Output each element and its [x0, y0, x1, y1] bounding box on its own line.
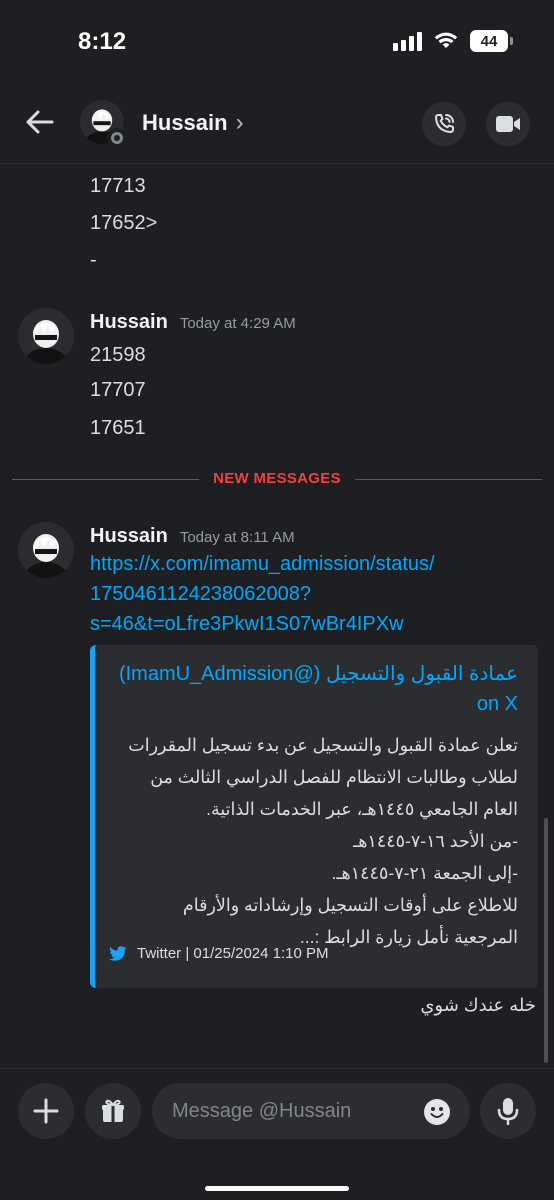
emoji-button[interactable] [424, 1099, 450, 1125]
new-messages-label: NEW MESSAGES [199, 470, 355, 487]
avatar[interactable] [18, 522, 74, 578]
attach-button[interactable] [18, 1083, 74, 1139]
gift-button[interactable] [85, 1083, 141, 1139]
message-author[interactable]: Hussain [90, 525, 168, 548]
embed-line: لطلاب وطالبات الانتظام للفصل الدراسي الث… [150, 767, 518, 787]
username-label: Hussain [142, 110, 228, 135]
embed-footer-text: Twitter | 01/25/2024 1:10 PM [137, 945, 329, 962]
message-line: 17713 [90, 175, 146, 197]
embed-description: تعلن عمادة القبول والتسجيل عن بدء تسجيل … [108, 729, 518, 953]
message-timestamp: Today at 4:29 AM [179, 315, 296, 332]
embed-title[interactable]: عمادة القبول والتسجيل (@ImamU_Admission)… [118, 659, 518, 719]
chevron-right-icon: › [235, 109, 244, 136]
embed-line: -من الأحد ١٦-٧-١٤٤٥هـ [353, 831, 518, 851]
message-line: 17651 [90, 417, 146, 439]
video-icon [496, 116, 520, 132]
chat-header: Hussain › [0, 80, 554, 164]
status-icons: 44 [393, 30, 513, 52]
embed-footer: Twitter | 01/25/2024 1:10 PM [109, 945, 329, 962]
composer-bar [0, 1068, 554, 1200]
battery-level: 44 [480, 32, 498, 50]
link-line[interactable]: s=46&t=oLfre3PkwI1S07wBr4IPXw [90, 610, 510, 638]
message-timestamp: Today at 8:11 AM [179, 529, 295, 546]
signal-icon [393, 31, 422, 51]
link-line[interactable]: https://x.com/imamu_admission/status/ [90, 550, 510, 578]
message-link[interactable]: https://x.com/imamu_admission/status/ 17… [90, 550, 510, 638]
avatar[interactable] [18, 308, 74, 364]
battery-icon: 44 [470, 30, 513, 52]
gift-icon [102, 1099, 124, 1122]
scrollbar[interactable] [544, 818, 548, 1063]
embed-line: تعلن عمادة القبول والتسجيل عن بدء تسجيل … [128, 735, 518, 755]
message-input[interactable] [152, 1083, 470, 1139]
twitter-bird-icon [109, 946, 127, 961]
embed-line: -إلى الجمعة ٢١-٧-١٤٤٥هـ. [331, 863, 518, 883]
embed-line: العام الجامعي ١٤٤٥هـ، عبر الخدمات الذاتي… [206, 799, 518, 819]
home-indicator [205, 1186, 349, 1191]
back-button[interactable] [20, 102, 60, 142]
phone-icon [435, 114, 454, 133]
dm-username[interactable]: Hussain › [142, 109, 244, 137]
link-embed[interactable]: عمادة القبول والتسجيل (@ImamU_Admission)… [90, 645, 538, 988]
message-list: 17713 17652> - Hussain Today at 4:29 AM … [0, 165, 554, 1065]
message-header: Hussain Today at 4:29 AM [90, 311, 296, 334]
plus-icon [33, 1098, 59, 1124]
message-header: Hussain Today at 8:11 AM [90, 525, 295, 548]
wifi-icon [434, 32, 458, 48]
video-call-button[interactable] [486, 102, 530, 146]
message-line: 21598 [90, 344, 146, 366]
emoji-icon [430, 1107, 444, 1118]
status-bar: 8:12 44 [0, 0, 554, 80]
message-author[interactable]: Hussain [90, 311, 168, 334]
voice-message-button[interactable] [480, 1083, 536, 1139]
message-line: 17652> [90, 212, 158, 234]
back-arrow-icon [26, 110, 54, 134]
voice-call-button[interactable] [422, 102, 466, 146]
link-line[interactable]: 1750461124238062008? [90, 580, 510, 608]
embed-line: للاطلاع على أوقات التسجيل وإرشاداته والأ… [182, 895, 518, 915]
status-indicator [107, 128, 127, 148]
message-line: - [90, 249, 97, 271]
message-line: 17707 [90, 379, 146, 401]
microphone-icon [497, 1098, 519, 1125]
status-time: 8:12 [78, 28, 127, 55]
message-line: خله عندك شوي [420, 995, 536, 1015]
